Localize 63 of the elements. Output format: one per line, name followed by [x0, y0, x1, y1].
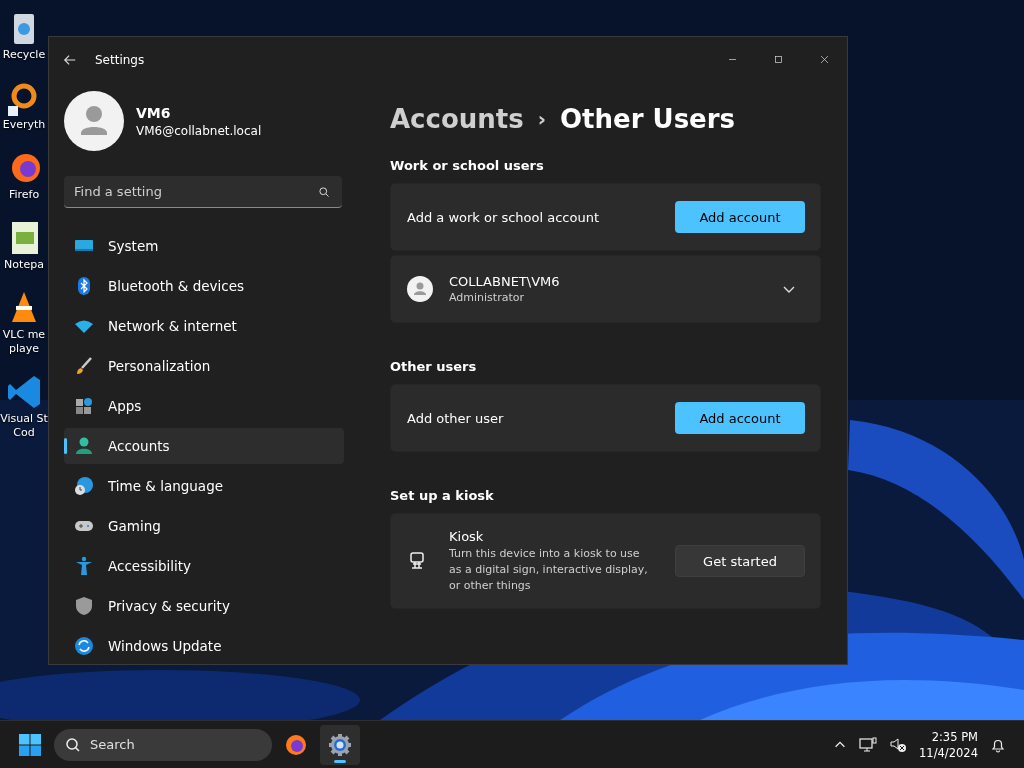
setting-description: Turn this device into a kiosk to use as a digital sign, interactive display, or other things — [449, 545, 649, 594]
nav-item[interactable]: Personalization — [64, 348, 344, 384]
network-icon[interactable] — [859, 736, 878, 753]
search-icon[interactable] — [318, 186, 330, 198]
user-name: COLLABNET\VM6 — [449, 274, 561, 289]
nav-item[interactable]: Time & language — [64, 468, 344, 504]
nav-item[interactable]: Bluetooth & devices — [64, 268, 344, 304]
taskbar-app[interactable] — [320, 724, 360, 765]
back-arrow-icon[interactable] — [63, 52, 77, 67]
account-email: VM6@collabnet.local — [136, 123, 262, 138]
windows-logo-icon[interactable] — [18, 732, 42, 757]
nav-item[interactable]: Privacy & security — [64, 588, 344, 624]
nav-item[interactable]: Accessibility — [64, 548, 344, 584]
nav-item[interactable]: Network & internet — [64, 308, 344, 344]
desktop-icon-label: Notepa — [4, 258, 44, 272]
apps-icon — [74, 396, 94, 416]
avatar-icon — [64, 91, 124, 151]
desktop-icon-label: Firefo — [8, 188, 40, 202]
search-icon — [65, 736, 81, 753]
gear-icon — [328, 732, 352, 757]
desktop-icon-label: Cod — [13, 426, 35, 440]
page-title: Other Users — [560, 104, 736, 134]
action-button[interactable]: Add account — [675, 402, 805, 434]
setting-label: Add a work or school account — [407, 209, 601, 225]
breadcrumb-link[interactable]: Accounts — [390, 104, 524, 134]
clock-time[interactable]: 2:35 PM — [931, 728, 978, 745]
nav-item[interactable]: Accounts — [64, 428, 344, 464]
volume-muted-icon[interactable] — [889, 736, 908, 753]
section-heading: Set up a kiosk — [390, 488, 495, 503]
clock-date[interactable]: 11/4/2024 — [919, 744, 978, 761]
user-role: Administrator — [449, 291, 525, 304]
setting-title: Kiosk — [449, 528, 485, 544]
desktop-icon-label: Visual St — [0, 412, 48, 426]
setting-label: Add other user — [407, 410, 505, 426]
desktop-icon-label: playe — [8, 342, 40, 356]
action-button[interactable]: Add account — [675, 201, 805, 233]
nav-item[interactable]: Windows Update — [64, 628, 344, 664]
nav-item[interactable]: System — [64, 228, 344, 264]
desktop-icon-label: VLC me — [2, 328, 46, 342]
section-heading: Other users — [390, 359, 478, 374]
brush-icon — [74, 356, 94, 376]
person-icon — [74, 436, 94, 456]
desktop-icon-label: Everyth — [2, 118, 46, 132]
sync-icon — [74, 636, 94, 656]
user-card[interactable]: COLLABNET\VM6 Administrator — [390, 255, 821, 323]
globe-clock-icon — [74, 476, 94, 496]
section-heading: Work or school users — [390, 158, 545, 173]
browser-icon — [284, 732, 308, 757]
kiosk-icon — [407, 551, 427, 571]
shield-icon — [74, 596, 94, 616]
window-title: Settings — [95, 52, 145, 67]
nav-item[interactable]: Gaming — [64, 508, 344, 544]
breadcrumb-separator: › — [537, 107, 546, 131]
settings-search-field[interactable]: Find a setting — [64, 176, 342, 208]
action-button[interactable]: Get started — [675, 545, 805, 577]
user-avatar-icon — [407, 276, 433, 302]
taskbar-search-field[interactable]: Search — [54, 728, 272, 761]
maximize-icon[interactable] — [772, 54, 784, 65]
close-icon[interactable] — [818, 54, 830, 65]
accessibility-icon — [74, 556, 94, 576]
desktop-icon-label: Recycle — [2, 48, 46, 62]
nav-item[interactable]: Apps — [64, 388, 344, 424]
account-name: VM6 — [136, 104, 172, 121]
